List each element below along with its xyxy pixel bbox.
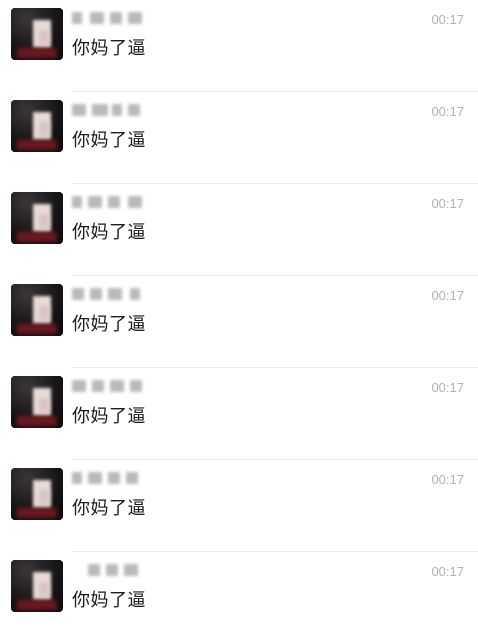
message-time: 00:17 [431,380,464,395]
avatar-clothing [17,600,57,610]
avatar-cheek [39,490,49,504]
chat-list: 你妈了逼 00:17 你妈了逼 00:17 你妈了逼 00:17 你妈了逼 00… [0,0,478,637]
message-preview: 你妈了逼 [72,406,146,427]
message-time: 00:17 [431,288,464,303]
avatar[interactable] [11,8,63,60]
chat-row[interactable]: 你妈了逼 00:17 [0,92,478,184]
message-time: 00:17 [431,12,464,27]
avatar-cheek [39,30,49,44]
avatar[interactable] [11,468,63,520]
contact-name-blurred [72,102,152,118]
avatar[interactable] [11,284,63,336]
message-preview: 你妈了逼 [72,130,146,151]
contact-name-blurred [72,194,152,210]
avatar[interactable] [11,100,63,152]
contact-name-blurred [72,10,152,26]
avatar-clothing [17,508,57,518]
avatar-clothing [17,232,57,242]
contact-name-blurred [72,286,152,302]
avatar[interactable] [11,560,63,612]
avatar-clothing [17,324,57,334]
avatar-clothing [17,416,57,426]
avatar-cheek [39,398,49,412]
message-preview: 你妈了逼 [72,314,146,335]
message-preview: 你妈了逼 [72,222,146,243]
avatar-cheek [39,582,49,596]
avatar-cheek [39,306,49,320]
avatar[interactable] [11,192,63,244]
message-preview: 你妈了逼 [72,38,146,59]
contact-name-blurred [72,562,152,578]
message-time: 00:17 [431,472,464,487]
chat-row[interactable]: 你妈了逼 00:17 [0,276,478,368]
chat-row[interactable]: 你妈了逼 00:17 [0,552,478,644]
contact-name-blurred [72,470,152,486]
chat-row[interactable]: 你妈了逼 00:17 [0,184,478,276]
avatar-cheek [39,214,49,228]
chat-row[interactable]: 你妈了逼 00:17 [0,460,478,552]
chat-row[interactable]: 你妈了逼 00:17 [0,368,478,460]
chat-row[interactable]: 你妈了逼 00:17 [0,0,478,92]
avatar-clothing [17,48,57,58]
message-time: 00:17 [431,104,464,119]
avatar-clothing [17,140,57,150]
avatar-cheek [39,122,49,136]
message-time: 00:17 [431,196,464,211]
message-preview: 你妈了逼 [72,498,146,519]
avatar[interactable] [11,376,63,428]
message-time: 00:17 [431,564,464,579]
message-preview: 你妈了逼 [72,590,146,611]
contact-name-blurred [72,378,152,394]
